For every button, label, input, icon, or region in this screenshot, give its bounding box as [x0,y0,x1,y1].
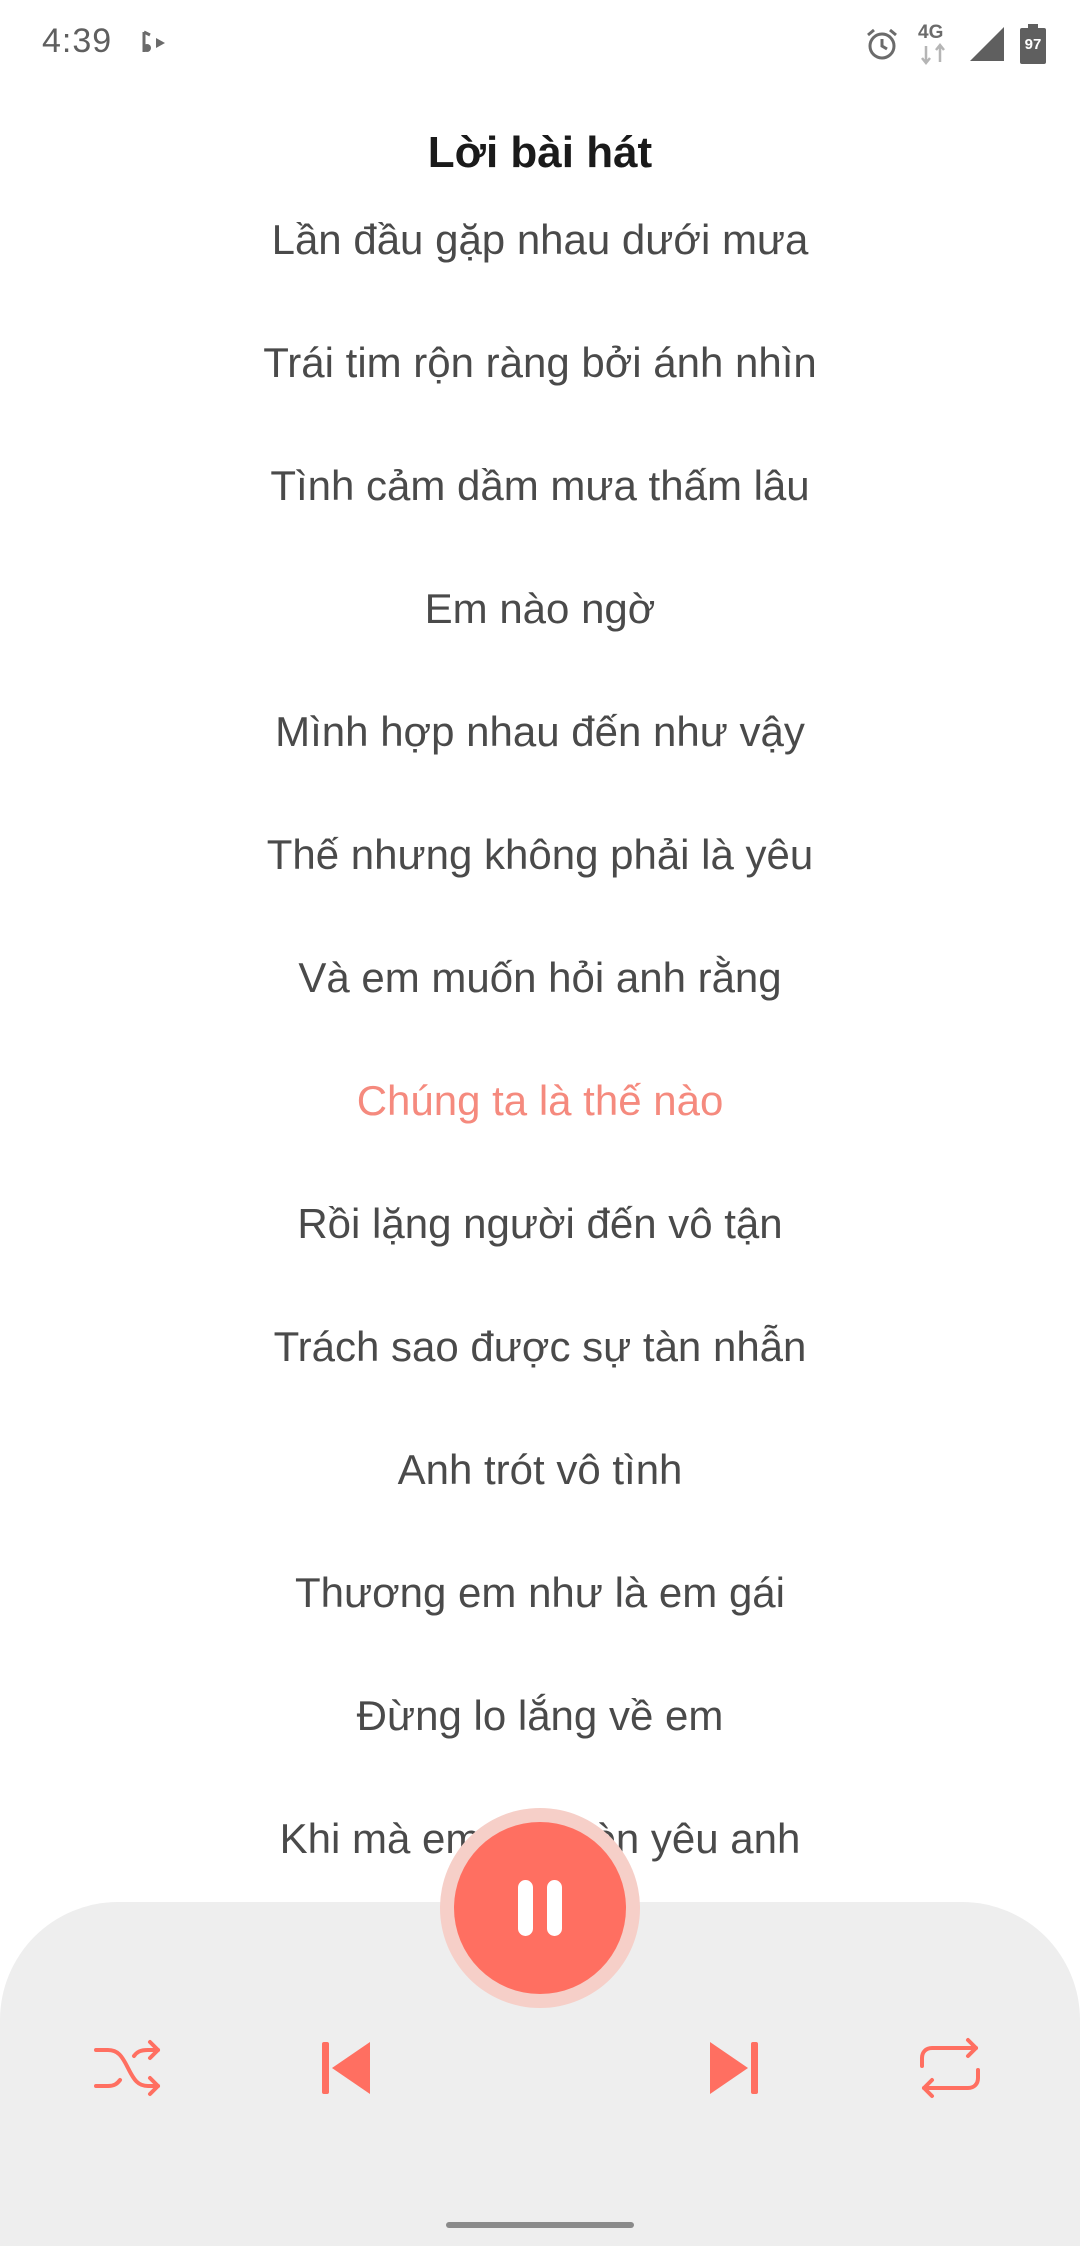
next-icon [710,2042,758,2094]
repeat-button[interactable] [900,2028,1000,2108]
network-4g-icon: 4G [914,22,954,66]
lyric-line[interactable]: Thế nhưng không phải là yêu [0,825,1080,948]
lyrics-screen: 4:39 4G 97 Lời bài hát Lần đầu gặp nhau … [0,0,1080,2246]
battery-level: 97 [1024,36,1042,53]
status-icons: 4G 97 [864,22,1046,66]
status-bar: 4:39 4G 97 [0,0,1080,88]
media-playing-icon [136,26,170,60]
lyric-line[interactable]: Trái tim rộn ràng bởi ánh nhìn [0,333,1080,456]
lyric-line[interactable]: Và em muốn hỏi anh rằng [0,948,1080,1071]
lyric-line[interactable]: Lần đầu gặp nhau dưới mưa [0,210,1080,333]
lyric-line[interactable]: Mình hợp nhau đến như vậy [0,702,1080,825]
home-indicator[interactable] [446,2222,634,2228]
lyric-line[interactable]: Anh trót vô tình [0,1440,1080,1563]
status-time: 4:39 [42,22,113,60]
battery-icon: 97 [1020,24,1046,64]
pause-button[interactable] [454,1822,626,1994]
lyric-line[interactable]: Đừng lo lắng về em [0,1686,1080,1809]
previous-icon [322,2042,370,2094]
next-button[interactable] [684,2028,784,2108]
lyrics-list[interactable]: Lần đầu gặp nhau dưới mưa Trái tim rộn rà… [0,210,1080,1932]
alarm-icon [864,26,900,62]
lyric-line[interactable]: Trách sao được sự tàn nhẫn [0,1317,1080,1440]
lyric-line[interactable]: Em nào ngờ [0,579,1080,702]
pause-icon [516,1880,564,1936]
page-title: Lời bài hát [427,128,653,177]
shuffle-button[interactable] [78,2028,178,2108]
lyric-line-active[interactable]: Chúng ta là thế nào [0,1071,1080,1194]
previous-button[interactable] [296,2028,396,2108]
lyric-line[interactable]: Rồi lặng người đến vô tận [0,1194,1080,1317]
lyric-line[interactable]: Tình cảm dầm mưa thấm lâu [0,456,1080,579]
repeat-icon [920,2038,980,2098]
shuffle-icon [94,2040,160,2096]
lyric-line[interactable]: Thương em như là em gái [0,1563,1080,1686]
signal-icon [968,25,1006,63]
